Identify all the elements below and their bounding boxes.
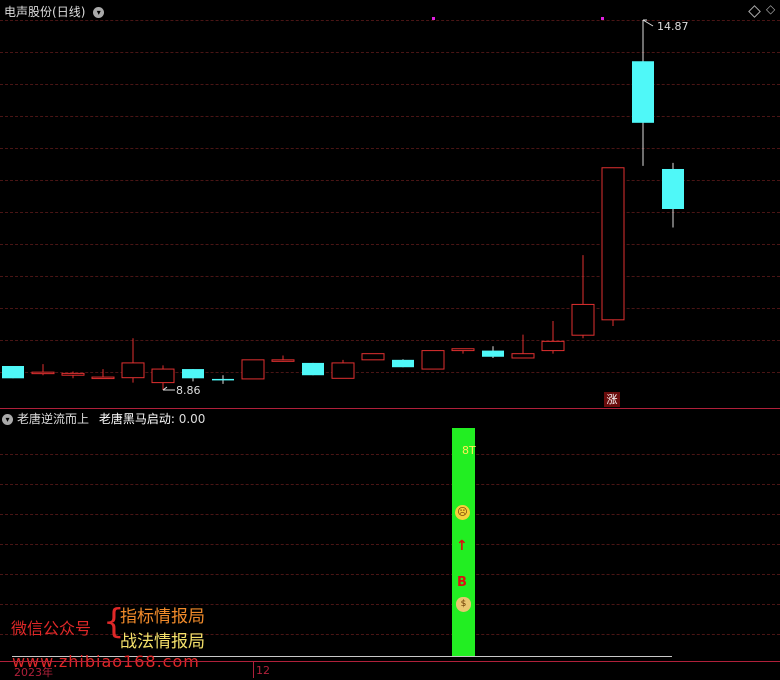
candle-body (212, 378, 234, 381)
candle (271, 355, 295, 362)
collapse-indicator-icon[interactable]: ▾ (2, 414, 13, 425)
candle (571, 255, 595, 339)
signal-text: 8T (462, 444, 476, 457)
candle-body (392, 359, 414, 368)
candle (212, 375, 234, 384)
candle-body (241, 359, 265, 380)
candle-body (91, 376, 115, 380)
candle (121, 338, 145, 383)
candle-body (361, 353, 385, 361)
x-axis-month: 12 (256, 664, 270, 677)
watermark-line2: 战法情报局 (120, 632, 205, 652)
candle (331, 359, 355, 379)
candle (302, 362, 324, 376)
candle-body (151, 368, 175, 384)
candle (451, 348, 475, 354)
zhang-badge: 涨 (604, 392, 620, 407)
indicator-line-label: 老唐黑马启动: (98, 412, 175, 426)
candle-body (331, 362, 355, 379)
candle-body (511, 353, 535, 359)
candle (182, 369, 204, 382)
candle (91, 369, 115, 380)
indicator-line-value: 0.00 (178, 412, 206, 426)
purple-signal-dot (432, 17, 435, 20)
sad-face-icon: ☹ (455, 505, 470, 520)
candle-body (2, 365, 24, 379)
candle-body (61, 372, 85, 376)
panel-separator (0, 408, 780, 409)
candle-body (601, 167, 625, 321)
candle-body (632, 61, 654, 123)
candle-body (121, 362, 145, 379)
candle (361, 353, 385, 361)
candle (601, 167, 625, 326)
money-bag-icon: $ (456, 597, 471, 612)
candle-body (541, 340, 565, 352)
candle (421, 350, 445, 370)
candle-body (302, 362, 324, 376)
candle-body (271, 359, 295, 362)
candle (2, 365, 24, 379)
candle (61, 371, 85, 379)
high-price-label: 14.87 (657, 20, 689, 33)
candle-body (662, 168, 684, 210)
candlestick-chart (2, 17, 684, 391)
candle (541, 321, 565, 354)
candle-body (421, 350, 445, 370)
wechat-label: 微信公众号 (11, 619, 92, 638)
candle-body (182, 369, 204, 379)
x-axis-tick (253, 662, 254, 678)
candle (151, 365, 175, 390)
candle-body (482, 350, 504, 357)
candle (632, 20, 654, 166)
candle (511, 334, 535, 359)
up-arrow-icon: ↑ (456, 538, 468, 554)
candle (662, 162, 684, 228)
b-marker-icon: B (457, 575, 467, 590)
x-axis-line (0, 661, 780, 662)
watermark-line1: 指标情报局 (120, 607, 205, 627)
grid-line (0, 454, 780, 455)
zhang-badge-text: 涨 (606, 393, 618, 406)
indicator-name: 老唐逆流而上 (17, 412, 90, 426)
low-price-label: 8.86 (176, 384, 201, 397)
candle (31, 364, 55, 376)
candle (392, 359, 414, 368)
grid-line (0, 514, 780, 515)
candle (241, 359, 265, 380)
grid-line (0, 544, 780, 545)
candle (482, 346, 504, 358)
grid-line (0, 574, 780, 575)
candle-body (451, 348, 475, 352)
candle-body (571, 303, 595, 336)
purple-signal-dot (601, 17, 604, 20)
grid-line (0, 484, 780, 485)
high-pointer (642, 19, 654, 27)
indicator-panel-title: ▾ 老唐逆流而上 老唐黑马启动: 0.00 (2, 410, 205, 427)
candle-body (31, 371, 55, 375)
